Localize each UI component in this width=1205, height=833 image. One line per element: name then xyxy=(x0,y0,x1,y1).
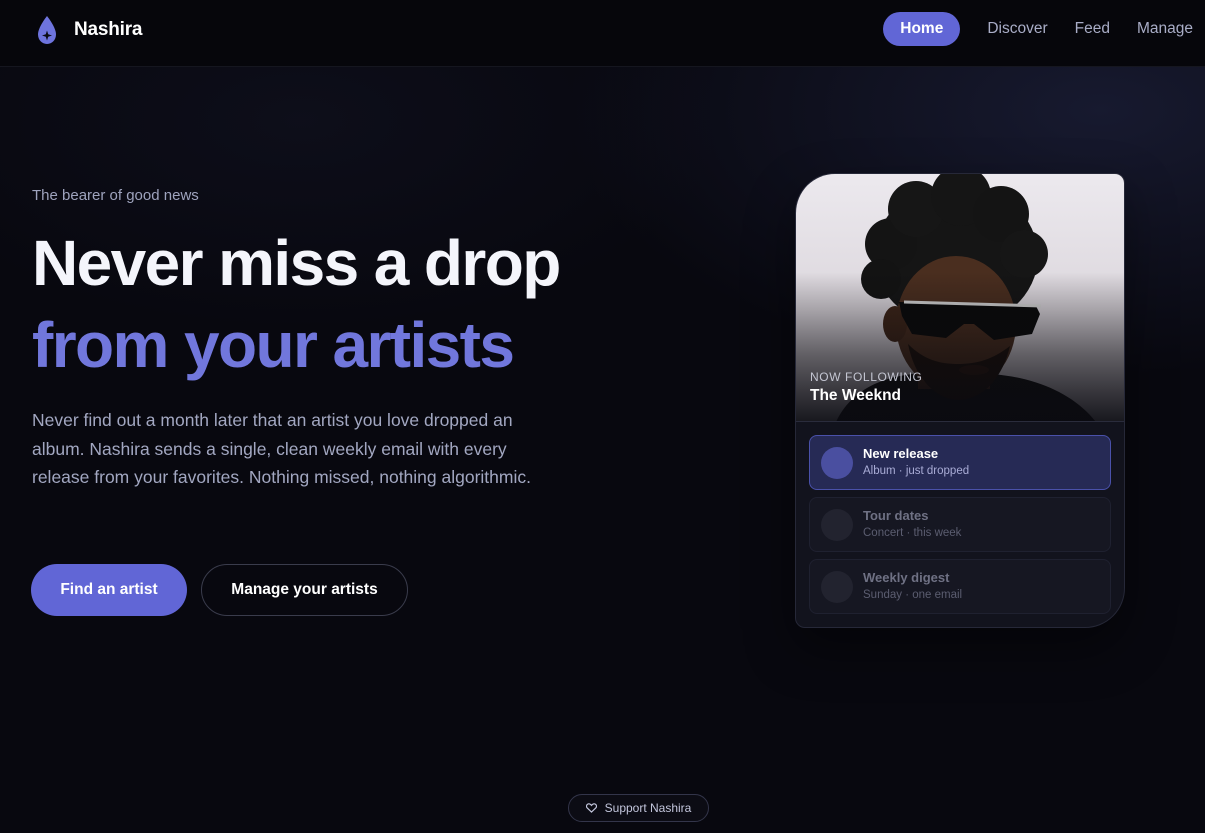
headline-line-2: from your artists xyxy=(32,309,515,381)
top-nav: Nashira Home Discover Feed Manage xyxy=(0,0,1205,67)
headline-line-1: Never miss a drop xyxy=(32,227,561,299)
notification-weekly-digest[interactable]: Weekly digest Sunday · one email xyxy=(809,559,1111,614)
notification-subtitle: Concert · this week xyxy=(863,527,962,539)
heart-icon xyxy=(585,803,597,813)
artist-preview-card: NOW FOLLOWING The Weeknd New release Alb… xyxy=(795,173,1125,628)
notification-dot-icon xyxy=(821,447,853,479)
find-artist-button[interactable]: Find an artist xyxy=(31,564,187,616)
droplet-sparkle-icon xyxy=(38,16,56,44)
nav-manage[interactable]: Manage xyxy=(1137,12,1193,46)
notification-subtitle: Album · just dropped xyxy=(863,465,970,477)
hero-description: Never find out a month later that an art… xyxy=(32,410,531,487)
hero-headline: Never miss a drop from your artists xyxy=(32,222,561,386)
nav-links: Home Discover Feed Manage xyxy=(883,12,1193,46)
artist-name: The Weeknd xyxy=(810,387,902,404)
notification-title: Tour dates xyxy=(863,508,929,523)
nav-feed[interactable]: Feed xyxy=(1075,12,1110,46)
support-button[interactable]: Support Nashira xyxy=(568,794,709,822)
notification-subtitle: Sunday · one email xyxy=(863,589,963,601)
hero-eyebrow: The bearer of good news xyxy=(32,187,199,204)
support-label: Support Nashira xyxy=(604,801,692,815)
card-divider xyxy=(796,421,1124,422)
notification-dot-icon xyxy=(821,509,853,541)
brand-name: Nashira xyxy=(74,19,143,40)
nav-home[interactable]: Home xyxy=(883,12,961,46)
notification-dot-icon xyxy=(821,571,853,603)
brand[interactable]: Nashira xyxy=(35,14,143,46)
notification-tour-dates[interactable]: Tour dates Concert · this week xyxy=(809,497,1111,552)
artist-photo: NOW FOLLOWING The Weeknd xyxy=(796,174,1124,422)
notification-title: Weekly digest xyxy=(863,570,950,585)
notification-title: New release xyxy=(863,446,939,461)
notification-new-release[interactable]: New release Album · just dropped xyxy=(809,435,1111,490)
manage-artists-button[interactable]: Manage your artists xyxy=(201,564,408,616)
nav-discover[interactable]: Discover xyxy=(987,12,1047,46)
now-following-label: NOW FOLLOWING xyxy=(810,370,923,384)
